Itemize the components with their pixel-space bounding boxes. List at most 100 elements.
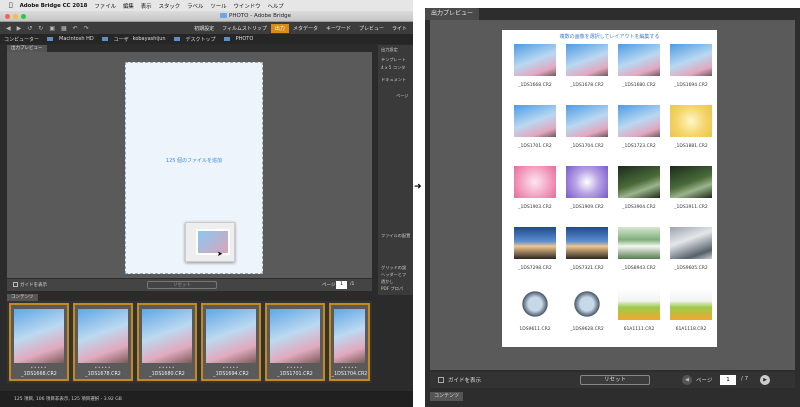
- workspace-keywords[interactable]: キーワード: [322, 24, 355, 33]
- contact-sheet-cell[interactable]: _1DS1909.CR2: [562, 166, 612, 228]
- rotate-right-icon[interactable]: ↷: [84, 25, 89, 32]
- path-users[interactable]: ユーザ: [98, 36, 129, 43]
- page-number-input[interactable]: 1: [336, 281, 347, 289]
- filename: _1DS1704.CR2: [331, 372, 368, 377]
- pdf-properties-section[interactable]: PDF プロパ: [381, 286, 403, 292]
- reset-button[interactable]: リセット: [147, 281, 217, 289]
- document-section[interactable]: ドキュメント: [381, 77, 406, 83]
- workspace-metadata[interactable]: メタデータ: [289, 24, 322, 33]
- show-guides-checkbox[interactable]: [438, 377, 444, 383]
- next-page-icon[interactable]: ▶: [760, 375, 770, 385]
- recent-icon[interactable]: ↺: [27, 25, 32, 32]
- contact-sheet-cell[interactable]: _1DS1881.CR2: [666, 105, 716, 167]
- contact-sheet-cell[interactable]: _1DS9605.CR2: [666, 227, 716, 289]
- previous-page-icon[interactable]: ◀: [682, 375, 692, 385]
- filmstrip-item[interactable]: ••••• _1DS1701.CR2: [265, 303, 325, 381]
- minimize-button[interactable]: [13, 14, 18, 19]
- filmstrip-item[interactable]: ••••• _1DS1694.CR2: [201, 303, 261, 381]
- contact-sheet-cell[interactable]: _1DS1694.CR2: [666, 44, 716, 106]
- contact-sheet-cell[interactable]: _1DS1668.CR2: [510, 44, 560, 106]
- mac-menubar:  Adobe Bridge CC 2018 ファイル 編集 表示 スタック ラ…: [0, 0, 413, 11]
- menu-label[interactable]: ラベル: [187, 2, 203, 10]
- contact-sheet-cell[interactable]: _1DS1903.CR2: [510, 166, 560, 228]
- tab-content[interactable]: コンテンツ: [7, 294, 38, 301]
- rating-dots[interactable]: •••••: [75, 365, 131, 370]
- contact-sheet-cell[interactable]: _1DS1704.CR2: [562, 105, 612, 167]
- screenshot-root:  Adobe Bridge CC 2018 ファイル 編集 表示 スタック ラ…: [0, 0, 800, 407]
- workspace-preview[interactable]: プレビュー: [355, 24, 388, 33]
- workspace-essentials[interactable]: 初期設定: [190, 24, 218, 33]
- path-computer[interactable]: コンピューター: [4, 36, 39, 43]
- photo-filename: _1DS1678.CR2: [570, 83, 604, 88]
- workspace-output[interactable]: 出力: [270, 23, 289, 33]
- menu-app-name[interactable]: Adobe Bridge CC 2018: [20, 3, 88, 9]
- reset-button[interactable]: リセット: [580, 375, 650, 385]
- contact-sheet-cell[interactable]: _1DS7298.CR2: [510, 227, 560, 289]
- filmstrip-item[interactable]: ••••• _1DS1680.CR2: [137, 303, 197, 381]
- boomerang-icon[interactable]: ↻: [38, 25, 43, 32]
- contact-sheet-cell[interactable]: _1DS8943.CR2: [614, 227, 664, 289]
- workspace-light[interactable]: ライト: [388, 24, 411, 33]
- filename: _1DS1694.CR2: [213, 372, 249, 377]
- output-settings-tab[interactable]: 出力設定: [381, 47, 398, 53]
- back-icon[interactable]: ◀: [6, 25, 11, 32]
- contact-sheet-page[interactable]: 複数の画像を選択してレイアウトを編集する _1DS1668.CR2 _1DS167…: [502, 30, 717, 347]
- contact-sheet-cell[interactable]: _1DS1723.CR2: [614, 105, 664, 167]
- contact-sheet-cell[interactable]: _1DS3911.CR2: [666, 166, 716, 228]
- path-desktop[interactable]: デスクトップ: [170, 36, 216, 43]
- contact-sheet-cell[interactable]: 61A1118.CR2: [666, 288, 716, 350]
- menu-file[interactable]: ファイル: [94, 2, 116, 10]
- watermark-section[interactable]: 透かし: [381, 279, 394, 285]
- photo-thumbnail: [571, 288, 603, 320]
- contact-sheet-cell[interactable]: _1DS7321.CR2: [562, 227, 612, 289]
- tab-output-preview[interactable]: 出力プレビュー: [425, 8, 480, 20]
- photo-filename: _1DS8943.CR2: [622, 266, 656, 271]
- contact-sheet-cell[interactable]: _1DS9628.CR2: [562, 288, 612, 350]
- path-photo[interactable]: PHOTO: [220, 36, 253, 42]
- close-button[interactable]: [5, 14, 10, 19]
- rating-dots[interactable]: •••••: [139, 365, 195, 370]
- template-select[interactable]: 4 x 5 コンタ: [381, 65, 405, 71]
- forward-icon[interactable]: ▶: [17, 25, 22, 32]
- path-macintosh-hd[interactable]: Macintosh HD: [43, 36, 94, 42]
- rating-dots[interactable]: •••••: [11, 365, 67, 370]
- header-footer-section[interactable]: ヘッダーとフ: [381, 272, 406, 278]
- contact-sheet-cell[interactable]: _1DS1680.CR2: [614, 44, 664, 106]
- filmstrip-item[interactable]: ••••• _1DS1668.CR2: [9, 303, 69, 381]
- rotate-left-icon[interactable]: ↶: [73, 25, 78, 32]
- apple-icon[interactable]: : [9, 2, 13, 9]
- refine-icon[interactable]: ▦: [61, 25, 67, 32]
- contact-sheet-cell[interactable]: 1DS9611.CR2: [510, 288, 560, 350]
- contact-sheet-cell[interactable]: _1DS1678.CR2: [562, 44, 612, 106]
- rating-dots[interactable]: •••••: [331, 365, 368, 370]
- tab-content[interactable]: コンテンツ: [430, 392, 464, 401]
- path-user-home[interactable]: kobayashijun: [133, 36, 166, 42]
- zoom-button[interactable]: [21, 14, 26, 19]
- menu-tools[interactable]: ツール: [210, 2, 226, 10]
- photo-filename: _1DS1909.CR2: [570, 205, 604, 210]
- dragged-photo-stack[interactable]: [185, 222, 235, 262]
- menu-help[interactable]: ヘルプ: [268, 2, 284, 10]
- page-number-input[interactable]: 1: [720, 375, 736, 385]
- photo-filename: _1DS1881.CR2: [674, 144, 708, 149]
- show-guides-checkbox[interactable]: [13, 282, 18, 287]
- menu-window[interactable]: ウインドウ: [234, 2, 261, 10]
- path-bar: コンピューター Macintosh HD ユーザ kobayashijun デス…: [0, 34, 413, 44]
- contact-sheet-cell[interactable]: _1DS1701.CR2: [510, 105, 560, 167]
- rating-dots[interactable]: •••••: [203, 365, 259, 370]
- tab-output-preview[interactable]: 出力プレビュー: [7, 45, 47, 52]
- contact-sheet-cell[interactable]: 61A1111.CR2: [614, 288, 664, 350]
- workspace-filmstrip[interactable]: フィルムストリップ: [218, 24, 271, 33]
- contact-sheet-cell[interactable]: _1DS3904.CR2: [614, 166, 664, 228]
- photo-thumbnail: [566, 166, 608, 198]
- filmstrip-item[interactable]: ••••• _1DS1704.CR2: [329, 303, 370, 381]
- rating-dots[interactable]: •••••: [267, 365, 323, 370]
- menu-view[interactable]: 表示: [141, 2, 152, 10]
- grid-section[interactable]: グリッドの設: [381, 265, 406, 271]
- filmstrip-item[interactable]: ••••• _1DS1678.CR2: [73, 303, 133, 381]
- camera-icon[interactable]: ▣: [49, 25, 55, 32]
- menu-edit[interactable]: 編集: [123, 2, 134, 10]
- path-users-label: ユーザ: [113, 36, 129, 43]
- traffic-lights: [5, 14, 26, 19]
- menu-stack[interactable]: スタック: [159, 2, 181, 10]
